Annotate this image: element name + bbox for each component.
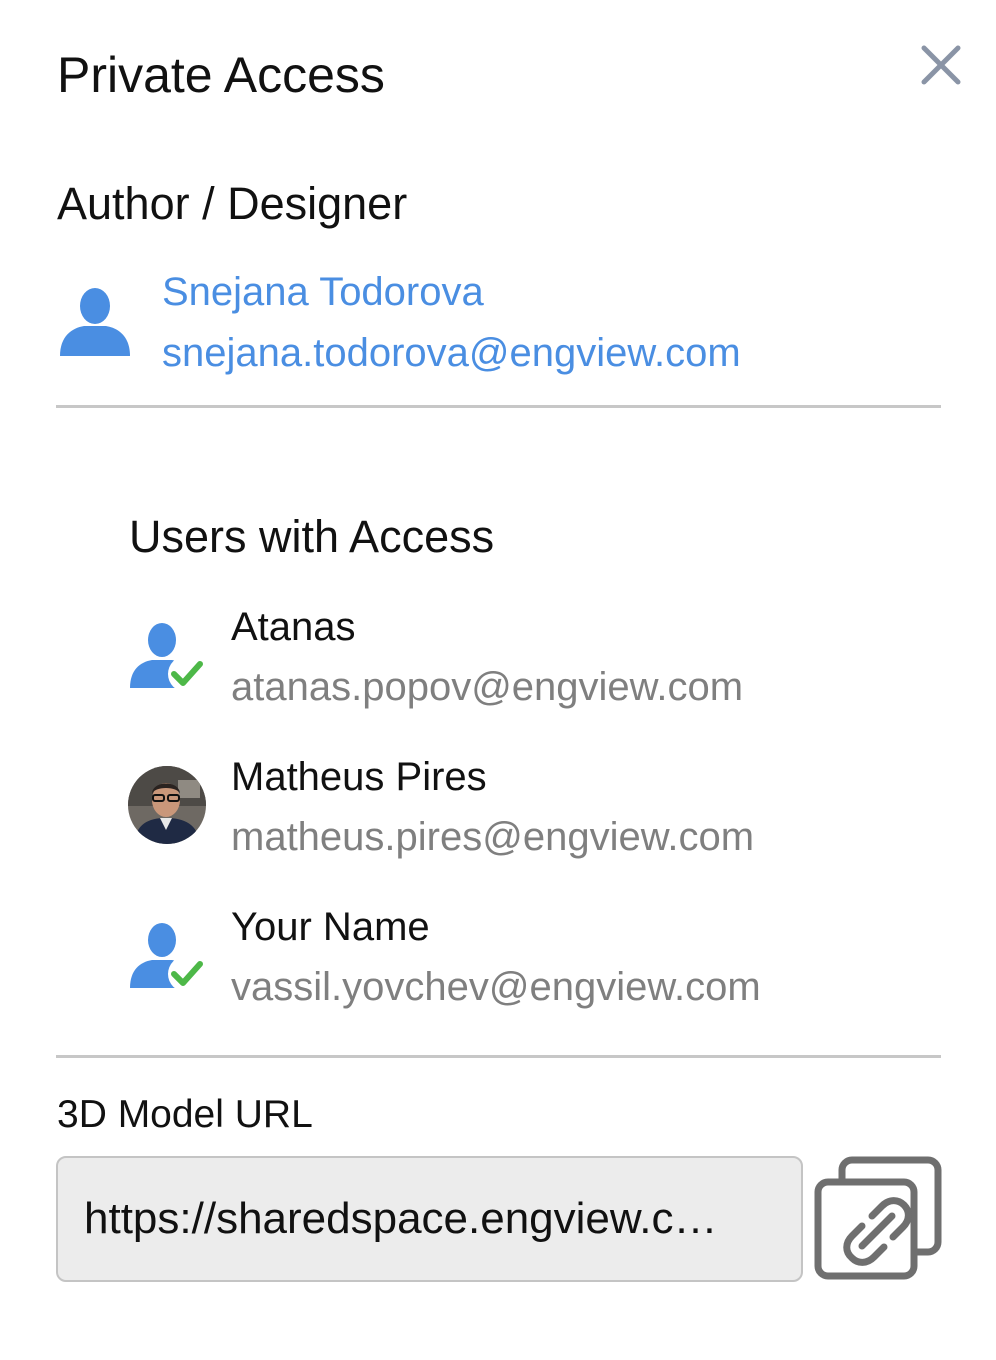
- close-button[interactable]: [916, 40, 966, 90]
- author-heading: Author / Designer: [57, 178, 408, 229]
- model-url-field[interactable]: [56, 1156, 803, 1282]
- avatar: [128, 766, 206, 844]
- dialog-title: Private Access: [57, 47, 385, 103]
- copy-link-icon: [814, 1156, 942, 1280]
- author-name-link[interactable]: Snejana Todorova: [162, 267, 484, 317]
- user-email: matheus.pires@engview.com: [231, 815, 755, 859]
- user-check-icon: [130, 623, 204, 692]
- user-name: Atanas: [231, 605, 356, 649]
- user-email: vassil.yovchev@engview.com: [231, 965, 761, 1009]
- user-check-icon: [130, 923, 204, 992]
- list-item: Atanas atanas.popov@engview.com: [0, 600, 996, 730]
- author-email-link[interactable]: snejana.todorova@engview.com: [162, 328, 741, 378]
- divider: [56, 405, 941, 408]
- divider: [56, 1055, 941, 1058]
- list-item: Your Name vassil.yovchev@engview.com: [0, 900, 996, 1030]
- list-item: Matheus Pires matheus.pires@engview.com: [0, 750, 996, 880]
- user-icon: [60, 288, 130, 356]
- users-heading: Users with Access: [129, 511, 495, 562]
- close-icon: [921, 45, 961, 85]
- copy-link-button[interactable]: [812, 1156, 944, 1282]
- user-name: Your Name: [231, 905, 430, 949]
- user-email: atanas.popov@engview.com: [231, 665, 744, 709]
- model-url-label: 3D Model URL: [57, 1093, 313, 1136]
- user-name: Matheus Pires: [231, 755, 487, 799]
